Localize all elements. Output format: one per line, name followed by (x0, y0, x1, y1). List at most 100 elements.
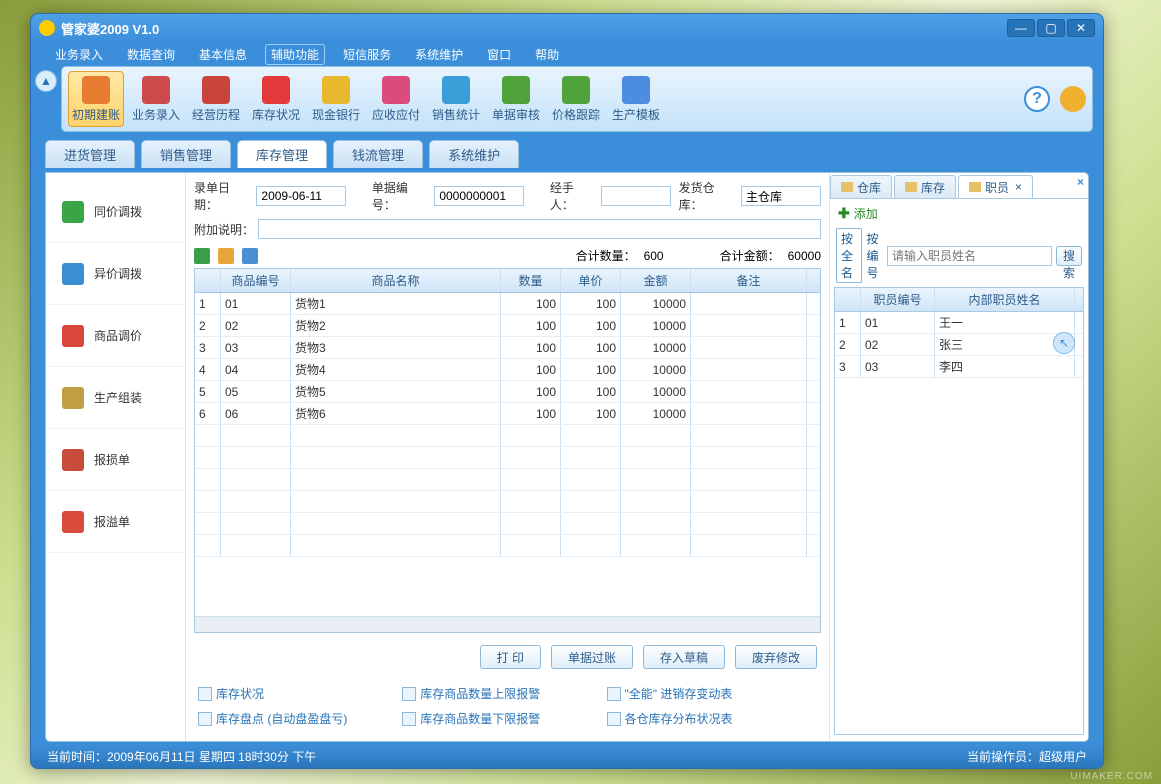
grid-row[interactable]: 606货物610010010000 (195, 403, 820, 425)
minimize-button[interactable]: — (1007, 19, 1035, 37)
tab-1[interactable]: 销售管理 (141, 140, 231, 168)
grid-row[interactable]: 303货物310010010000 (195, 337, 820, 359)
menu-4[interactable]: 短信服务 (337, 44, 397, 65)
quicklink-3[interactable]: 库存盘点 (自动盘盈盘亏) (198, 706, 402, 731)
folder-icon (969, 182, 981, 192)
tab-2[interactable]: 库存管理 (237, 140, 327, 168)
grid-person-icon[interactable] (242, 248, 258, 264)
sidenav-item-4[interactable]: 报损单 (46, 429, 185, 491)
tab-4[interactable]: 系统维护 (429, 140, 519, 168)
tab-close-icon[interactable]: × (1015, 180, 1022, 194)
quicklink-5[interactable]: 各仓库存分布状况表 (607, 706, 811, 731)
toolbar-7[interactable]: 单据审核 (488, 71, 544, 127)
collapse-toolbar-icon[interactable]: ▲ (35, 70, 57, 92)
grid-header-0[interactable] (195, 269, 221, 292)
grid-header-6[interactable]: 备注 (691, 269, 807, 292)
menu-0[interactable]: 业务录入 (49, 44, 109, 65)
grid-body[interactable]: 101货物110010010000202货物210010010000303货物3… (195, 293, 820, 616)
folder-icon (905, 182, 917, 192)
date-input[interactable] (256, 186, 346, 206)
sidenav-item-3[interactable]: 生产组装 (46, 367, 185, 429)
menu-1[interactable]: 数据查询 (121, 44, 181, 65)
quicklink-1[interactable]: 库存商品数量上限报警 (402, 681, 606, 706)
toolbar-6[interactable]: 销售统计 (428, 71, 484, 127)
grid-header-1[interactable]: 商品编号 (221, 269, 291, 292)
menu-5[interactable]: 系统维护 (409, 44, 469, 65)
toolbar-0[interactable]: 初期建账 (68, 71, 124, 127)
grid-row[interactable]: 505货物510010010000 (195, 381, 820, 403)
employee-search-input[interactable] (887, 246, 1052, 266)
grid-row[interactable] (195, 447, 820, 469)
link-icon (198, 712, 212, 726)
post-button[interactable]: 单据过账 (551, 645, 633, 669)
grid-row[interactable]: 101货物110010010000 (195, 293, 820, 315)
sidenav-item-5[interactable]: 报溢单 (46, 491, 185, 553)
grid-header-5[interactable]: 金额 (621, 269, 691, 292)
sidenav-icon-2 (62, 325, 84, 347)
help-icon[interactable]: ? (1024, 86, 1050, 112)
menu-2[interactable]: 基本信息 (193, 44, 253, 65)
grid-row[interactable] (195, 469, 820, 491)
save-draft-button[interactable]: 存入草稿 (643, 645, 725, 669)
toolbar-5[interactable]: 应收应付 (368, 71, 424, 127)
employee-grid[interactable]: 职员编号内部职员姓名 101王一202张三303李四 ↖ (834, 287, 1084, 735)
window-title: 管家婆2009 V1.0 (61, 19, 1007, 38)
menu-7[interactable]: 帮助 (529, 44, 565, 65)
close-button[interactable]: ✕ (1067, 19, 1095, 37)
sync-icon[interactable] (1060, 86, 1086, 112)
discard-button[interactable]: 废弃修改 (735, 645, 817, 669)
maximize-button[interactable]: ▢ (1037, 19, 1065, 37)
toolbar-8[interactable]: 价格跟踪 (548, 71, 604, 127)
toolbar-3[interactable]: 库存状况 (248, 71, 304, 127)
search-byname-link[interactable]: 按全名 (836, 228, 862, 283)
grid-row[interactable] (195, 425, 820, 447)
docno-input[interactable] (434, 186, 524, 206)
grid-header-4[interactable]: 单价 (561, 269, 621, 292)
panel-close-icon[interactable]: × (1077, 175, 1084, 189)
emp-row[interactable]: 303李四 (835, 356, 1083, 378)
sidenav-item-0[interactable]: 同价调拨 (46, 181, 185, 243)
grid-header-2[interactable]: 商品名称 (291, 269, 501, 292)
toolbar-4[interactable]: 现金银行 (308, 71, 364, 127)
grid-hscrollbar[interactable] (195, 616, 820, 632)
grid-header-3[interactable]: 数量 (501, 269, 561, 292)
quicklink-2[interactable]: "全能" 进销存变动表 (607, 681, 811, 706)
menu-3[interactable]: 辅助功能 (265, 44, 325, 65)
toolbar-icon-7 (502, 76, 530, 104)
grid-row[interactable]: 202货物210010010000 (195, 315, 820, 337)
tab-0[interactable]: 进货管理 (45, 140, 135, 168)
grid-row[interactable] (195, 535, 820, 557)
search-byno-link[interactable]: 按编号 (866, 230, 882, 281)
sidenav-item-2[interactable]: 商品调价 (46, 305, 185, 367)
total-amt-label: 合计金额： (720, 247, 780, 264)
warehouse-input[interactable] (741, 186, 821, 206)
emp-row[interactable]: 101王一 (835, 312, 1083, 334)
quicklink-4[interactable]: 库存商品数量下限报警 (402, 706, 606, 731)
toolbar-1[interactable]: 业务录入 (128, 71, 184, 127)
grid-row[interactable] (195, 491, 820, 513)
emp-header-0[interactable] (835, 288, 861, 311)
rtab-0[interactable]: 仓库 (830, 175, 892, 198)
quicklink-0[interactable]: 库存状况 (198, 681, 402, 706)
emp-header-2[interactable]: 内部职员姓名 (935, 288, 1075, 311)
note-input[interactable] (258, 219, 821, 239)
toolbar-2[interactable]: 经营历程 (188, 71, 244, 127)
cursor-icon: ↖ (1053, 332, 1075, 354)
status-time: 当前时间：2009年06月11日 星期四 18时30分 下午 (47, 748, 316, 765)
print-button[interactable]: 打 印 (480, 645, 541, 669)
handler-input[interactable] (601, 186, 671, 206)
grid-building-icon[interactable] (194, 248, 210, 264)
search-button[interactable]: 搜索 (1056, 246, 1082, 266)
rtab-2[interactable]: 职员× (958, 175, 1033, 198)
menu-6[interactable]: 窗口 (481, 44, 517, 65)
emp-header-1[interactable]: 职员编号 (861, 288, 935, 311)
tab-3[interactable]: 钱流管理 (333, 140, 423, 168)
toolbar-9[interactable]: 生产模板 (608, 71, 664, 127)
grid-row[interactable] (195, 513, 820, 535)
add-link[interactable]: ✚ 添加 (830, 199, 1088, 228)
rtab-1[interactable]: 库存 (894, 175, 956, 198)
sidenav-item-1[interactable]: 异价调拨 (46, 243, 185, 305)
emp-row[interactable]: 202张三 (835, 334, 1083, 356)
grid-row[interactable]: 404货物410010010000 (195, 359, 820, 381)
grid-list-icon[interactable] (218, 248, 234, 264)
